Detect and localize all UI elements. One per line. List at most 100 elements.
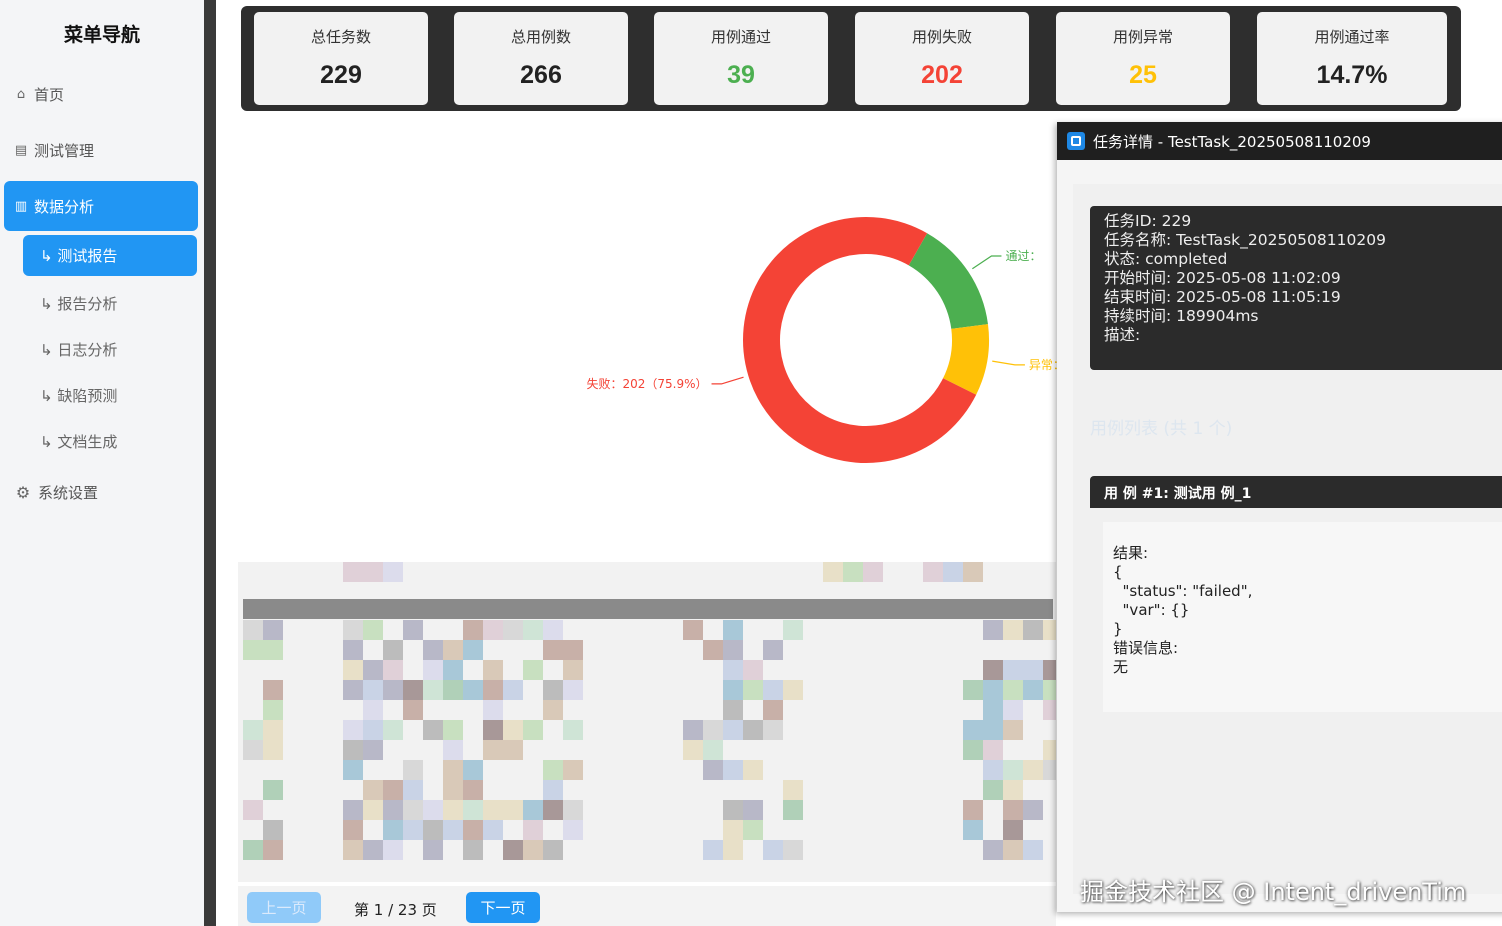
blurred-cell	[703, 760, 723, 780]
blurred-cell	[1003, 720, 1023, 740]
result-donut-chart: 通过： 异常： 失败：202（75.9%）	[586, 217, 1060, 463]
blurred-cell	[443, 780, 463, 800]
blurred-cell	[363, 660, 383, 680]
blurred-cell	[543, 620, 563, 640]
task-info-box: 任务ID: 229 任务名称: TestTask_20250508110209 …	[1090, 206, 1502, 370]
gear-icon: ⚙	[15, 483, 31, 502]
blurred-cell	[383, 840, 403, 860]
blurred-cell	[503, 720, 523, 740]
slice-leader-2	[711, 376, 744, 385]
blurred-cell	[983, 720, 1003, 740]
nav-test-management[interactable]: ▤ 测试管理	[14, 140, 94, 161]
nav-system-settings[interactable]: ⚙ 系统设置	[14, 482, 98, 503]
prev-page-button[interactable]: 上一页	[247, 892, 321, 923]
blurred-cell	[983, 840, 1003, 860]
task-description: 描述:	[1104, 326, 1141, 344]
nav-home[interactable]: ⌂ 首页	[14, 84, 64, 105]
blurred-cell	[723, 620, 743, 640]
blurred-cell	[343, 800, 363, 820]
sub-item-defect-prediction[interactable]: ↳ 缺陷预测	[40, 385, 117, 406]
dialog-titlebar[interactable]: 任务详情 - TestTask_20250508110209	[1057, 122, 1502, 160]
blurred-cell	[983, 660, 1003, 680]
sub-item-log-analysis[interactable]: ↳ 日志分析	[40, 339, 117, 360]
stat-value: 202	[921, 61, 963, 89]
blurred-cell	[543, 640, 563, 660]
stat-card-pass-rate: 用例通过率 14.7%	[1257, 12, 1447, 105]
blurred-cell	[403, 620, 423, 640]
blurred-cell	[343, 660, 363, 680]
task-id: 任务ID: 229	[1104, 212, 1192, 230]
blurred-cell	[503, 620, 523, 640]
page-info: 第 1 / 23 页	[354, 901, 437, 919]
next-page-button[interactable]: 下一页	[466, 892, 540, 923]
blurred-cell	[243, 840, 263, 860]
blurred-cell	[683, 720, 703, 740]
nav-data-analysis[interactable]: ▥ 数据分析	[4, 181, 198, 231]
blurred-cell	[463, 620, 483, 640]
blurred-cell	[343, 820, 363, 840]
blurred-cell	[463, 640, 483, 660]
sub-item-test-report[interactable]: ↳ 测试报告	[23, 235, 197, 276]
blurred-cell	[483, 620, 503, 640]
case-error-value: 无	[1113, 658, 1129, 676]
blurred-cell	[703, 840, 723, 860]
sub-item-doc-generation[interactable]: ↳ 文档生成	[40, 431, 117, 452]
blurred-cell	[563, 800, 583, 820]
case-json-line: }	[1113, 620, 1123, 638]
blurred-cell	[1023, 620, 1043, 640]
blurred-cell	[243, 740, 263, 760]
blurred-cell	[523, 660, 543, 680]
slice-label-1: 异常：	[1029, 358, 1060, 372]
blurred-cell	[763, 700, 783, 720]
blurred-cell	[983, 700, 1003, 720]
blurred-cell	[723, 640, 743, 660]
stat-card-total-tasks: 总任务数 229	[254, 12, 428, 105]
blurred-cell	[723, 800, 743, 820]
blurred-cell	[783, 620, 803, 640]
blurred-cell	[1003, 820, 1023, 840]
sub-item-report-analysis[interactable]: ↳ 报告分析	[40, 293, 117, 314]
task-end-time: 结束时间: 2025-05-08 11:05:19	[1104, 288, 1341, 306]
blurred-cell	[343, 620, 363, 640]
blurred-cell	[363, 840, 383, 860]
blurred-cell	[683, 740, 703, 760]
blurred-cell	[1043, 760, 1056, 780]
case-json-line: "status": "failed",	[1113, 582, 1253, 600]
blurred-cell	[1003, 620, 1023, 640]
blurred-cell	[463, 800, 483, 820]
slice-0[interactable]	[908, 233, 988, 329]
sidebar-title: 菜单导航	[63, 24, 140, 46]
blurred-cell	[763, 720, 783, 740]
blurred-cell	[1003, 760, 1023, 780]
blurred-cell	[243, 720, 263, 740]
blurred-cell	[783, 840, 803, 860]
blurred-cell	[363, 680, 383, 700]
stat-label: 总任务数	[310, 28, 371, 46]
blurred-cell	[483, 660, 503, 680]
blurred-cell	[363, 562, 383, 582]
nav-data-analysis-label: 数据分析	[34, 197, 95, 216]
blurred-cell	[503, 680, 523, 700]
blurred-cell	[243, 800, 263, 820]
blurred-cell	[403, 760, 423, 780]
blurred-cell	[523, 800, 543, 820]
blurred-cell	[463, 840, 483, 860]
blurred-cell	[263, 640, 283, 660]
stat-value: 229	[320, 61, 362, 89]
stat-label: 用例通过率	[1314, 28, 1390, 46]
blurred-cell	[383, 640, 403, 660]
blurred-cell	[503, 740, 523, 760]
blurred-cell	[703, 640, 723, 660]
blurred-cell	[723, 840, 743, 860]
blurred-cell	[543, 780, 563, 800]
blurred-cell	[723, 760, 743, 780]
blurred-cell	[563, 660, 583, 680]
blurred-cell	[403, 780, 423, 800]
task-detail-dialog: 任务详情 - TestTask_20250508110209 任务ID: 229…	[1057, 122, 1502, 912]
table-header-blurred	[243, 599, 1053, 619]
blurred-cell	[463, 760, 483, 780]
blurred-cell	[763, 640, 783, 660]
blurred-cell	[983, 760, 1003, 780]
case-header[interactable]: 用 例 #1: 测试用 例_1	[1090, 476, 1502, 508]
blurred-cell	[423, 800, 443, 820]
